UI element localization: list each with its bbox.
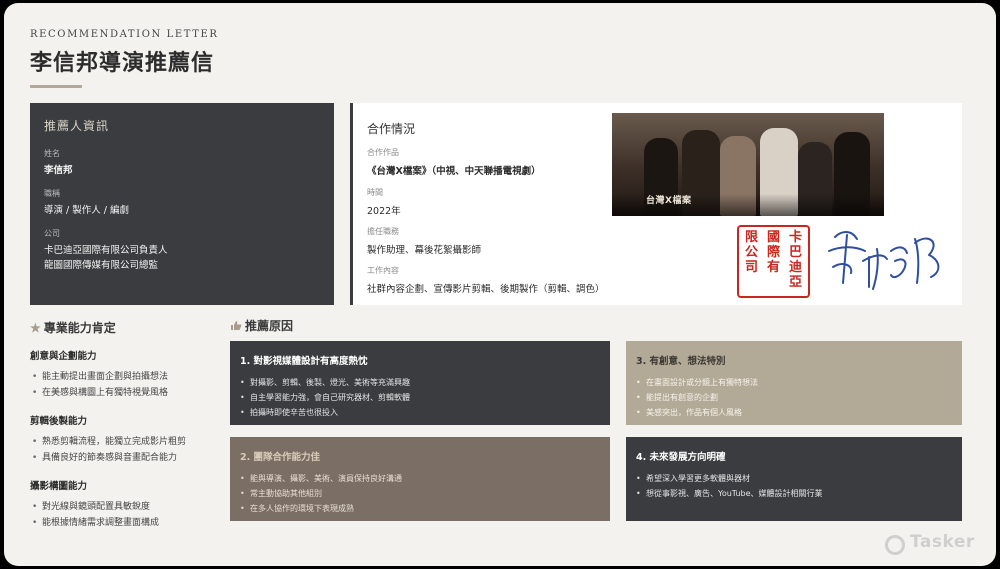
recommender-heading: 推薦人資訊 <box>44 119 110 133</box>
drama-poster: 台灣X檔案 <box>612 113 884 216</box>
work-block: 合作作品 《台灣X檔案》（中視、中天聯播電視劇） <box>367 147 541 177</box>
poster-logo: 台灣X檔案 <box>646 196 692 206</box>
skill-item: 具備良好的節奏感與音畫配合能力 <box>30 450 230 466</box>
page-title: 李信邦導演推薦信 <box>30 50 215 76</box>
time-block: 時間 2022年 <box>367 187 401 217</box>
skills-list: 創意與企劃能力 能主動提出畫面企劃與拍攝想法 在美感與構圖上有獨特視覺風格 剪輯… <box>30 348 230 543</box>
skill-item: 能主動提出畫面企劃與拍攝想法 <box>30 369 230 385</box>
company-label: 公司 <box>44 229 60 238</box>
reason-item: 希望深入學習更多軟體與器材 <box>636 471 952 486</box>
content-block: 工作內容 社群內容企劃、宣傳影片剪輯、後期製作（剪輯、調色） <box>367 265 605 295</box>
time-label: 時間 <box>367 188 383 197</box>
reason-item: 能提出有創意的企劃 <box>636 390 952 405</box>
skills-heading-text: 專業能力肯定 <box>43 321 116 335</box>
role-label: 擔任職務 <box>367 227 399 236</box>
reason-item: 常主動協助其他組別 <box>240 486 600 501</box>
seal-char: 迪 <box>789 260 803 275</box>
skill-item: 能根據情緒需求調整畫面構成 <box>30 515 230 531</box>
reason-item: 拍攝時即使辛苦也很投入 <box>240 405 600 420</box>
reason-item: 在畫面設計或分鏡上有獨特想法 <box>636 375 952 390</box>
seal-char: 限 <box>745 230 759 245</box>
reason-card-2: 2. 團隊合作能力佳 能與導演、攝影、美術、演員保持良好溝通 常主動協助其他組別… <box>230 437 610 521</box>
reason-card-4: 4. 未來發展方向明確 希望深入學習更多軟體與器材 想從事影視、廣告、YouTu… <box>626 437 962 521</box>
seal-char: 巴 <box>789 245 803 260</box>
work-value: 《台灣X檔案》（中視、中天聯播電視劇） <box>367 166 541 177</box>
title-divider <box>30 85 82 88</box>
eyebrow-label: RECOMMENDATION LETTER <box>30 29 219 40</box>
name-label: 姓名 <box>44 149 60 158</box>
recommender-panel: 推薦人資訊 姓名 李信邦 職稱 導演 / 製作人 / 編劇 公司 卡巴迪亞國際有… <box>30 103 334 305</box>
signature <box>828 231 940 290</box>
name-value: 李信邦 <box>44 165 73 176</box>
collaboration-heading: 合作情況 <box>367 122 416 136</box>
skill-group-title: 剪輯後製能力 <box>30 416 88 427</box>
skill-item: 對光線與鏡頭配置具敏銳度 <box>30 499 230 515</box>
seal-char: 亞 <box>789 275 803 290</box>
company-line: 卡巴迪亞國際有限公司負責人 <box>44 245 168 256</box>
seal-char: 有 <box>767 260 781 275</box>
reason-card-title: 4. 未來發展方向明確 <box>636 452 726 463</box>
reason-card-3: 3. 有創意、想法特別 在畫面設計或分鏡上有獨特想法 能提出有創意的企劃 美感突… <box>626 341 962 425</box>
reason-item: 美感突出，作品有個人風格 <box>636 405 952 420</box>
position-value: 導演 / 製作人 / 編劇 <box>44 205 129 216</box>
reason-item: 對攝影、剪輯、後製、燈光、美術等充滿興趣 <box>240 375 600 390</box>
skill-group-title: 攝影構圖能力 <box>30 481 88 492</box>
work-label: 合作作品 <box>367 148 399 157</box>
reason-item: 在多人協作的環境下表現成熟 <box>240 501 600 516</box>
time-value: 2022年 <box>367 206 401 217</box>
company-seal: 卡 巴 迪 亞 國 際 有 限 公 司 <box>737 225 810 298</box>
role-value: 製作助理、幕後花絮攝影師 <box>367 245 482 256</box>
company-value: 卡巴迪亞國際有限公司負責人 龍圖國際傳媒有限公司總監 <box>44 243 320 273</box>
collaboration-card: 合作情況 合作作品 《台灣X檔案》（中視、中天聯播電視劇） 時間 2022年 擔… <box>350 103 962 305</box>
content-value: 社群內容企劃、宣傳影片剪輯、後期製作（剪輯、調色） <box>367 284 605 295</box>
role-block: 擔任職務 製作助理、幕後花絮攝影師 <box>367 226 481 256</box>
thumbs-up-icon <box>231 321 242 330</box>
reason-card-title: 1. 對影視媒體設計有高度熱忱 <box>240 356 368 367</box>
content-label: 工作內容 <box>367 266 399 275</box>
reason-item: 能與導演、攝影、美術、演員保持良好溝通 <box>240 471 600 486</box>
tasker-watermark: Tasker <box>910 532 975 552</box>
seal-char: 國 <box>767 230 781 245</box>
reasons-heading: 推薦原因 <box>230 317 293 334</box>
reason-card-1: 1. 對影視媒體設計有高度熱忱 對攝影、剪輯、後製、燈光、美術等充滿興趣 自主學… <box>230 341 610 425</box>
position-label: 職稱 <box>44 189 60 198</box>
company-line: 龍圖國際傳媒有限公司總監 <box>44 260 159 271</box>
seal-char: 卡 <box>789 230 803 245</box>
skill-item: 在美感與構圖上有獨特視覺風格 <box>30 385 230 401</box>
skills-heading: ★ 專業能力肯定 <box>30 319 116 336</box>
reason-card-title: 2. 團隊合作能力佳 <box>240 452 321 463</box>
reason-item: 想從事影視、廣告、YouTube、媒體設計相關行業 <box>636 486 952 501</box>
skill-group-title: 創意與企劃能力 <box>30 351 97 362</box>
star-icon: ★ <box>30 321 41 335</box>
seal-char: 公 <box>745 245 759 260</box>
slide: RECOMMENDATION LETTER 李信邦導演推薦信 推薦人資訊 姓名 … <box>4 3 996 566</box>
reasons-heading-text: 推薦原因 <box>245 319 294 333</box>
seal-char: 際 <box>767 245 781 260</box>
reason-item: 自主學習能力強，會自己研究器材、剪輯軟體 <box>240 390 600 405</box>
skill-item: 熟悉剪輯流程，能獨立完成影片粗剪 <box>30 434 230 450</box>
seal-char: 司 <box>745 260 759 275</box>
reason-card-title: 3. 有創意、想法特別 <box>636 356 726 367</box>
